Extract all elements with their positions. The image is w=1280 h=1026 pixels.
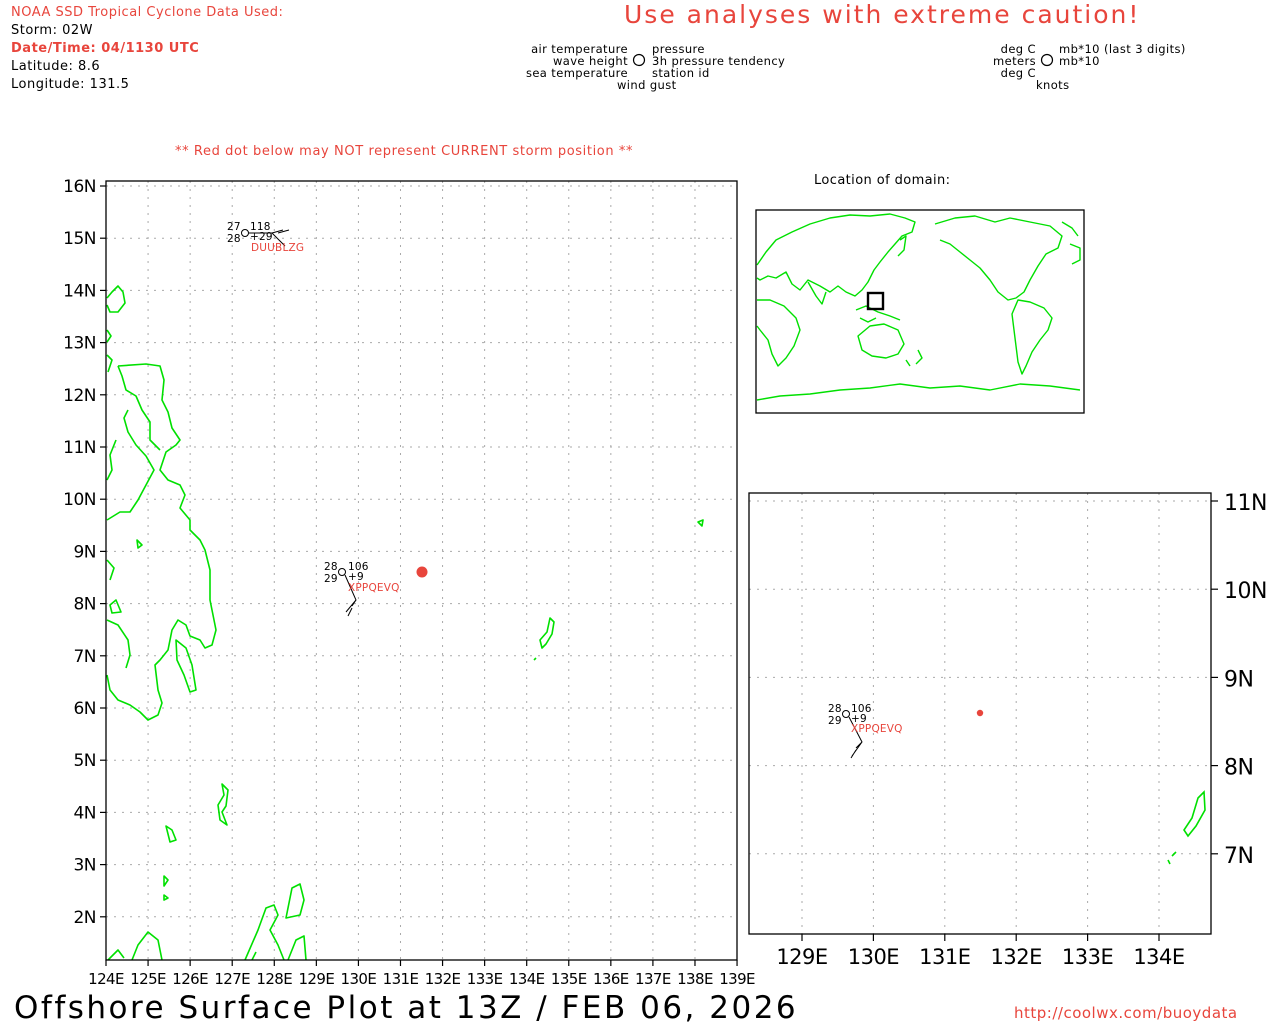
zoom-station-sea-temp: 29 bbox=[828, 715, 842, 727]
zoom-lon-label: 130E bbox=[848, 945, 899, 969]
zoom-lon-label: 131E bbox=[919, 945, 970, 969]
zoom-lat-label: 10N bbox=[1224, 579, 1267, 604]
zoom-lat-label: 7N bbox=[1224, 844, 1253, 869]
zoom-lon-label: 129E bbox=[776, 945, 827, 969]
zoom-storm-position-dot bbox=[976, 709, 984, 717]
plot-title: Offshore Surface Plot at 13Z / FEB 06, 2… bbox=[14, 990, 799, 1026]
zoom-lon-label: 132E bbox=[991, 945, 1042, 969]
zoom-lat-label: 11N bbox=[1224, 491, 1267, 516]
zoom-lon-label: 133E bbox=[1062, 945, 1113, 969]
source-url-link[interactable]: http://coolwx.com/buoydata bbox=[1014, 1004, 1238, 1022]
zoom-station-air-temp: 28 bbox=[828, 703, 842, 715]
coastline-palau bbox=[1167, 790, 1206, 865]
zoom-lat-label: 9N bbox=[1224, 667, 1253, 692]
zoom-lat-label: 8N bbox=[1224, 756, 1253, 781]
zoom-station-id: XPPQEVQ bbox=[851, 723, 903, 735]
zoom-map: 11N 10N 9N 8N 7N 129E 130E 131E 132E 133E 134E bbox=[748, 491, 1267, 969]
zoom-lon-label: 134E bbox=[1133, 945, 1184, 969]
